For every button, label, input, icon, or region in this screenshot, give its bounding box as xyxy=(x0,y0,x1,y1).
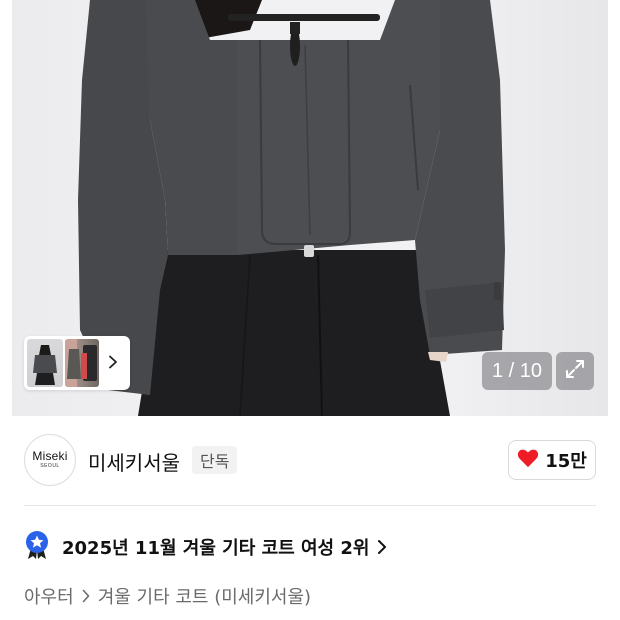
product-image[interactable]: 1 / 10 xyxy=(0,0,620,416)
brand-logo-subtext: SEOUL xyxy=(40,463,60,469)
image-counter: 1 / 10 xyxy=(482,352,552,390)
thumbnail-strip[interactable] xyxy=(24,336,130,390)
ranking-link[interactable]: 2025년 11월 겨울 기타 코트 여성 2위 xyxy=(24,531,387,563)
breadcrumb-item-subcategory[interactable]: 겨울 기타 코트 (미세키서울) xyxy=(98,583,311,609)
exclusive-badge: 단독 xyxy=(192,446,238,474)
thumbnail-2[interactable] xyxy=(65,339,99,387)
brand-logo-text: Miseki xyxy=(32,449,68,463)
like-button[interactable]: 15만 xyxy=(508,440,596,480)
brand-row: Miseki SEOUL 미세키서울 단독 15만 xyxy=(24,434,596,486)
breadcrumb: 아우터 겨울 기타 코트 (미세키서울) xyxy=(24,582,311,610)
breadcrumb-item-category[interactable]: 아우터 xyxy=(24,583,74,609)
chevron-right-icon xyxy=(108,354,118,373)
ranking-text: 2025년 11월 겨울 기타 코트 여성 2위 xyxy=(62,538,370,559)
expand-button[interactable] xyxy=(556,352,594,390)
thumbnail-1[interactable] xyxy=(27,339,63,387)
chevron-right-icon xyxy=(377,539,387,555)
brand-name[interactable]: 미세키서울 xyxy=(88,447,180,476)
brand-logo[interactable]: Miseki SEOUL xyxy=(24,434,76,486)
chevron-right-icon xyxy=(82,589,90,603)
heart-icon xyxy=(517,448,539,472)
like-count: 15만 xyxy=(545,451,587,472)
divider xyxy=(24,505,596,506)
thumbnail-next-button[interactable] xyxy=(101,339,125,387)
expand-icon xyxy=(563,357,587,385)
star-medal-icon xyxy=(24,530,50,564)
